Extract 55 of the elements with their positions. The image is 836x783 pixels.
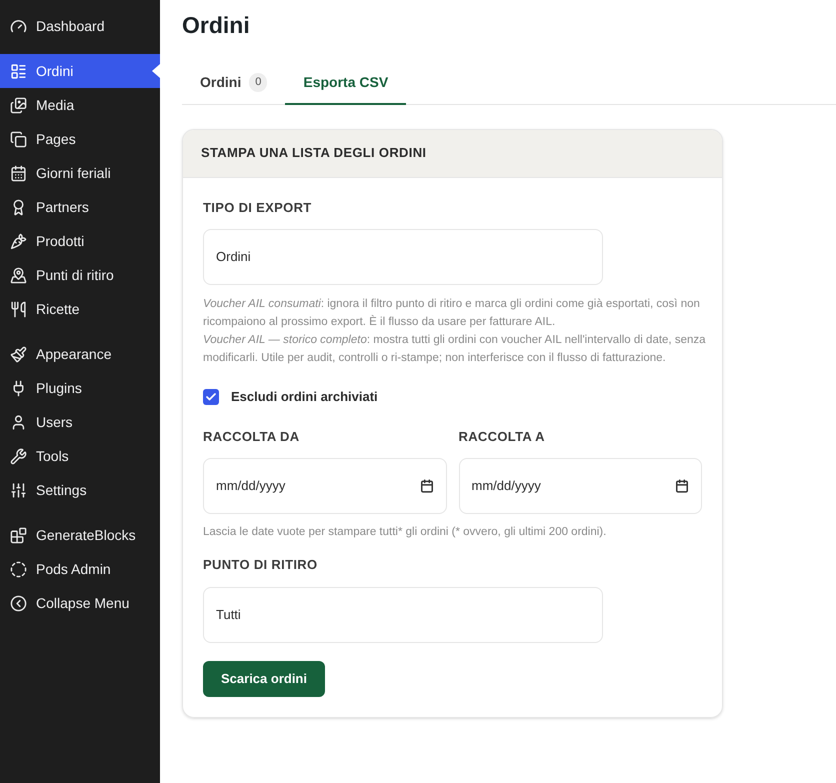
- dashboard-icon: [10, 18, 27, 34]
- calendar-icon: [10, 164, 27, 182]
- help-text: Voucher AIL consumati: ignora il filtro punto di ritiro e marca gli ordini come già esportati, così non ricompaiono al prossimo export. È il flusso da usare per fatturare AIL.: [203, 297, 701, 330]
- field-label: RACCOLTA DA: [203, 428, 300, 446]
- sidebar-item[interactable]: Dashboard: [0, 9, 160, 43]
- field-label: TIPO DI EXPORT: [203, 198, 312, 216]
- count-badge: 0: [249, 73, 268, 92]
- sidebar-item[interactable]: Ricette: [0, 292, 160, 326]
- sidebar-item[interactable]: Punti di ritiro: [0, 258, 160, 292]
- card-title: STAMPA UNA LISTA DEGLI ORDINI: [201, 144, 426, 162]
- sliders-icon: [10, 482, 27, 498]
- check-icon: [205, 390, 217, 403]
- tab[interactable]: Ordini 0: [182, 62, 286, 104]
- paintbrush-icon: [10, 346, 27, 362]
- carrot-icon: [10, 232, 27, 250]
- sidebar-item[interactable]: Appearance: [0, 337, 160, 371]
- date-hint: Lascia le date vuote per stampare tutti* gli ordini (* ovvero, gli ultimi 200 ordini).: [203, 525, 606, 540]
- sidebar-item[interactable]: Pods Admin: [0, 552, 160, 586]
- date-field[interactable]: mm/dd/yyyy: [203, 458, 446, 514]
- tab[interactable]: Esporta CSV: [285, 62, 406, 104]
- pages-icon: [10, 130, 27, 148]
- sidebar-item[interactable]: Media: [0, 88, 160, 122]
- sidebar-item[interactable]: Users: [0, 405, 160, 439]
- sidebar-item[interactable]: Pages: [0, 122, 160, 156]
- utensils-icon: [10, 300, 27, 318]
- checkbox-label: Escludi ordini archiviati: [231, 388, 378, 406]
- sidebar-item[interactable]: Settings: [0, 473, 160, 507]
- table-icon: [10, 62, 27, 80]
- field-label: PUNTO DI RITIRO: [203, 556, 318, 574]
- checkbox[interactable]: [203, 388, 219, 405]
- user-icon: [10, 414, 27, 430]
- sidebar-item[interactable]: Collapse Menu: [0, 586, 160, 620]
- date-field[interactable]: mm/dd/yyyy: [458, 458, 702, 514]
- circle-icon: [10, 560, 27, 578]
- export-type-select[interactable]: Ordini: [203, 229, 603, 285]
- blocks-icon: [10, 526, 27, 544]
- calendar-icon[interactable]: [675, 479, 689, 493]
- map-pin-icon: [10, 266, 27, 284]
- sidebar-item[interactable]: Tools: [0, 439, 160, 473]
- help-text: Voucher AIL — storico completo: mostra tutti gli ordini con voucher AIL nell'intervallo di date, senza modificarli. Utile per audit, controlli o ri-stampe; non interferisce con il flusso di fatturazione.: [203, 333, 707, 366]
- page-title: Ordini: [182, 11, 250, 40]
- calendar-icon[interactable]: [420, 479, 434, 493]
- sidebar-item[interactable]: GenerateBlocks: [0, 518, 160, 552]
- images-icon: [10, 96, 27, 114]
- sidebar-item[interactable]: Ordini: [0, 54, 160, 88]
- download-button[interactable]: Scarica ordini: [203, 660, 325, 697]
- wrench-icon: [10, 448, 27, 464]
- sidebar-item[interactable]: Prodotti: [0, 224, 160, 258]
- sidebar-item[interactable]: Giorni feriali: [0, 156, 160, 190]
- collapse-icon: [10, 594, 27, 612]
- field-label: RACCOLTA A: [458, 428, 545, 446]
- current-pointer-icon: [152, 64, 160, 78]
- sidebar-item[interactable]: Partners: [0, 190, 160, 224]
- pickup-point-select[interactable]: Tutti: [203, 586, 603, 643]
- sidebar-item[interactable]: Plugins: [0, 371, 160, 405]
